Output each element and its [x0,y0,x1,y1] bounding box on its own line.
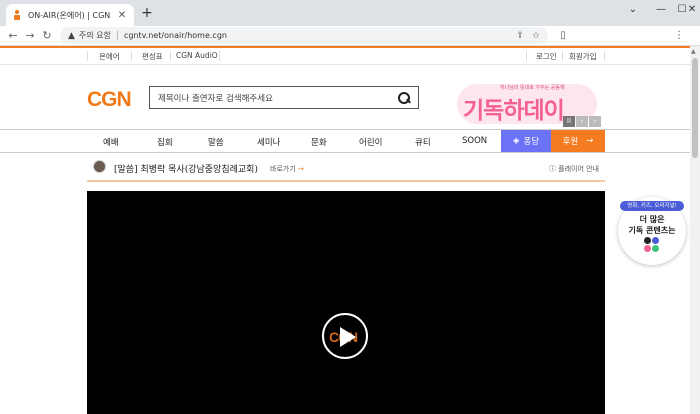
forward-button[interactable]: → [23,29,37,43]
side-panel-icon[interactable]: ▯ [556,29,570,43]
nav-divider [131,51,132,61]
arrow-right-icon: → [298,165,304,173]
url-text[interactable]: cgntv.net/onair/home.cgn [124,31,508,40]
banner-prev-button[interactable]: ‹ [576,116,588,127]
banner-pause-button[interactable]: II [563,116,575,127]
nav-divider [604,51,605,61]
arrow-right-icon: → [586,136,594,146]
banner-next-button[interactable]: › [589,116,601,127]
reload-button[interactable]: ↻ [40,29,54,43]
nav-culture[interactable]: 문화 [311,136,327,148]
signup-link[interactable]: 회원가입 [569,51,597,62]
back-button[interactable]: ← [6,29,20,43]
search-input[interactable]: 제목이나 출연자로 검색해주세요 [158,92,398,104]
avatar [93,160,106,173]
browser-toolbar: ← → ↻ ▲ 주의 요함 | cgntv.net/onair/home.cgn… [0,26,700,46]
program-title: [말씀] 최병락 목사(강남중앙침례교회) [114,165,258,175]
promo-banner[interactable]: 하나님의 뜻대로 가꾸는 공동체 기독하데이 II ‹ › [455,70,605,128]
address-divider: | [115,30,119,41]
cgn-favicon-icon [12,10,22,20]
pong-button[interactable]: ◈ 퐁당 [501,130,551,152]
scrollbar-thumb[interactable] [692,58,698,158]
pong-label: 퐁당 [523,137,540,147]
browser-tab[interactable]: ON-AIR(온에어) | CGN ✕ [6,4,134,26]
nav-divider [562,51,563,61]
nav-divider [526,51,527,61]
security-label[interactable]: 주의 요함 [79,30,111,41]
nav-divider [170,51,171,61]
menu-kebab-icon[interactable]: ⋮ [672,29,686,43]
player-guide-link[interactable]: ⓘ 플레이어 안내 [549,164,599,174]
play-icon [340,327,356,347]
search-icon[interactable] [398,91,410,104]
go-label: 바로가기 [270,165,296,173]
go-link[interactable]: 바로가기 → [270,164,304,174]
banner-controls: II ‹ › [563,116,602,127]
nav-divider [87,51,88,61]
nav-seminar[interactable]: 세미나 [257,136,280,148]
donate-button[interactable]: 후원 → [551,130,605,152]
program-info-bar: [말씀] 최병락 목사(강남중앙침례교회) 바로가기 → ⓘ 플레이어 안내 [87,155,605,182]
chevron-down-icon[interactable]: ⌄ [618,0,648,18]
pongdang-logo-icon [644,237,660,255]
pong-icon: ◈ [512,136,520,146]
banner-title: 기독하데이 [463,98,565,124]
share-icon[interactable]: ⇪ [516,31,524,41]
cgn-logo[interactable]: CGN [87,88,132,112]
tab-title: ON-AIR(온에어) | CGN [28,10,111,20]
play-button[interactable]: CGN [322,313,368,359]
topnav-audio-link[interactable]: CGN AudiO [176,51,218,60]
topnav-schedule-link[interactable]: 편성표 [142,51,163,62]
nav-divider [219,51,220,61]
nav-qt[interactable]: 큐티 [415,136,431,148]
address-bar[interactable]: ▲ 주의 요함 | cgntv.net/onair/home.cgn ⇪ ☆ [60,27,548,44]
nav-rally[interactable]: 집회 [157,136,173,148]
scroll-up-icon[interactable]: ▲ [691,48,696,55]
promo-pill: 영화, 키즈, 오리지널! [620,201,684,211]
page-scrollbar[interactable]: ▲ [690,46,700,414]
nav-worship[interactable]: 예배 [103,136,119,148]
banner-subtitle: 하나님의 뜻대로 가꾸는 공동체 [500,85,565,91]
bookmark-star-icon[interactable]: ☆ [532,31,540,41]
topnav-onair-link[interactable]: 온에어 [99,51,120,62]
floating-promo[interactable]: 영화, 키즈, 오리지널! 더 많은 기독 콘텐츠는 [618,197,686,265]
video-player[interactable]: CGN [87,191,605,414]
browser-tabstrip: ON-AIR(온에어) | CGN ✕ + ⌄ — ☐ ✕ [0,0,700,26]
nav-kids[interactable]: 어린이 [359,136,382,148]
donate-label: 후원 [562,137,579,147]
nav-sermon[interactable]: 말씀 [208,136,224,148]
nav-soon[interactable]: SOON [462,136,487,146]
promo-line-2: 기독 콘텐츠는 [628,226,676,235]
main-nav: 예배 집회 말씀 세미나 문화 어린이 큐티 SOON ◈ 퐁당 후원 → [0,129,690,153]
tab-close-icon[interactable]: ✕ [116,10,128,21]
close-window-button[interactable]: ✕ [684,0,700,18]
site-utility-nav: 온에어 편성표 CGN AudiO 로그인 회원가입 [0,48,690,65]
promo-line-1: 더 많은 [639,215,665,224]
new-tab-button[interactable]: + [140,6,154,20]
warning-icon[interactable]: ▲ [68,31,75,41]
search-box[interactable]: 제목이나 출연자로 검색해주세요 [149,86,419,109]
login-link[interactable]: 로그인 [536,51,557,62]
